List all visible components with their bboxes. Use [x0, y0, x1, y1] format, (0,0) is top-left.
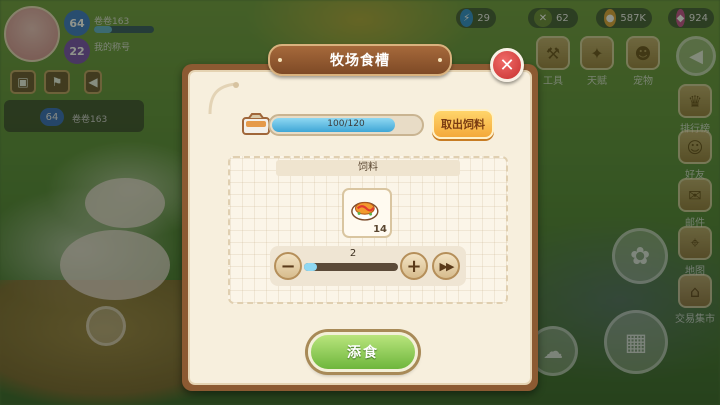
- capacity-bar: 100/120: [268, 114, 424, 136]
- quantity-selector: − 2 + ▶▶: [270, 246, 466, 286]
- feed-section-title: 饲料: [276, 160, 460, 176]
- add-feed-button[interactable]: 添食: [308, 332, 418, 372]
- dialog-body: 100/120 取出饲料 饲料 14 − 2 + ▶▶ 添食: [188, 70, 532, 385]
- feed-item-count: 14: [373, 224, 387, 235]
- max-quantity-button[interactable]: ▶▶: [432, 252, 460, 280]
- feed-panel: 饲料 14 − 2 + ▶▶: [228, 156, 508, 304]
- corner-decoration-icon: [208, 82, 239, 115]
- fast-forward-icon: ▶▶: [439, 259, 455, 273]
- quantity-slider[interactable]: [304, 263, 398, 271]
- decrease-button[interactable]: −: [274, 252, 302, 280]
- close-icon: ✕: [499, 54, 515, 76]
- feeding-trough-dialog: 100/120 取出饲料 饲料 14 − 2 + ▶▶ 添食 牧场食槽 ✕: [182, 44, 538, 391]
- feed-item-slot[interactable]: 14: [342, 188, 392, 238]
- capacity-text: 100/120: [327, 119, 365, 129]
- increase-button[interactable]: +: [400, 252, 428, 280]
- quantity-slider-fill: [304, 263, 318, 271]
- quantity-value: 2: [349, 248, 357, 259]
- take-out-feed-button[interactable]: 取出饲料: [432, 109, 494, 139]
- dialog-title: 牧场食槽: [268, 44, 452, 76]
- close-button[interactable]: ✕: [490, 48, 524, 82]
- plus-icon: +: [406, 255, 422, 277]
- minus-icon: −: [280, 255, 296, 277]
